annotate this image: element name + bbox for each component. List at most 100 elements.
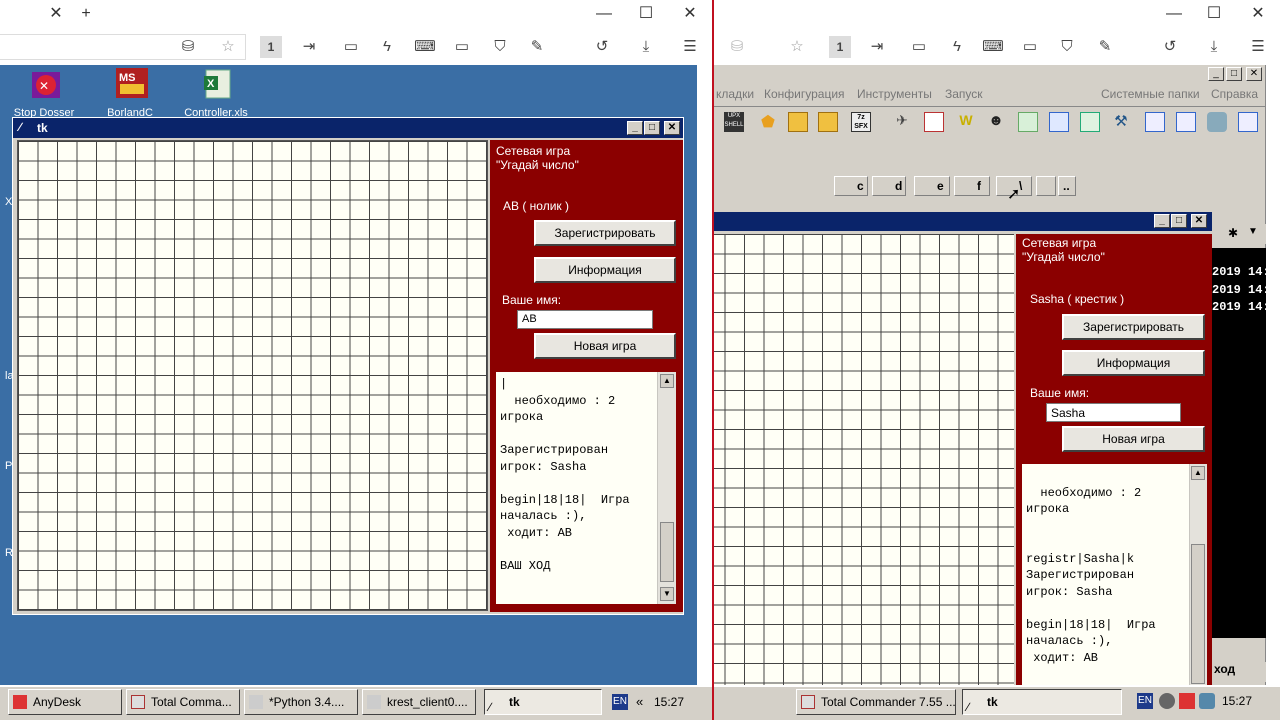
game-board[interactable]	[714, 234, 1014, 686]
bookmark-icon[interactable]: ☆	[217, 36, 239, 58]
document-icon[interactable]	[1145, 112, 1165, 132]
user-icon[interactable]: ☻	[986, 112, 1006, 132]
message-log[interactable]: необходимо : 2 игрока registr|Sasha|k За…	[1022, 464, 1189, 686]
plane-icon[interactable]: ✈	[892, 112, 912, 132]
notes-icon[interactable]	[1018, 112, 1038, 132]
new-game-button[interactable]: Новая игра	[534, 333, 676, 359]
menu-icon[interactable]: ☰	[1247, 36, 1269, 58]
log-scrollbar[interactable]: ▲ ▼	[657, 372, 676, 604]
scroll-thumb[interactable]	[1191, 544, 1205, 684]
close-icon[interactable]: ✕	[1248, 4, 1268, 24]
drive-e-button[interactable]: e	[914, 176, 950, 196]
document-icon[interactable]	[1176, 112, 1196, 132]
taskbar-python[interactable]: *Python 3.4....	[244, 689, 358, 715]
history-icon[interactable]: ↺	[591, 36, 613, 58]
taskbar-anydesk[interactable]: AnyDesk	[8, 689, 122, 715]
minimize-icon[interactable]: —	[1164, 4, 1184, 24]
tc-menu-item[interactable]: Запуск	[945, 87, 983, 101]
drive-f-button[interactable]: f	[954, 176, 990, 196]
gem-icon[interactable]: ⬟	[758, 112, 778, 132]
language-indicator[interactable]: EN	[1137, 693, 1153, 709]
taskbar-krest-client[interactable]: krest_client0....	[362, 689, 476, 715]
comment-icon[interactable]: ▭	[908, 36, 930, 58]
pen-icon[interactable]: ✎	[526, 36, 548, 58]
close-button[interactable]: ✕	[1191, 214, 1207, 228]
taskbar-total-commander[interactable]: Total Commander 7.55 ...	[796, 689, 956, 715]
name-input[interactable]: Sasha	[1046, 403, 1181, 422]
bookmark-icon[interactable]: ☆	[786, 36, 808, 58]
monitor-icon[interactable]: ▭	[1019, 36, 1041, 58]
history-icon[interactable]: ↺	[1159, 36, 1181, 58]
minimize-icon[interactable]: —	[594, 4, 614, 24]
close-icon[interactable]: ✕	[680, 4, 700, 24]
forward-icon[interactable]: ⇥	[298, 36, 320, 58]
pen-icon[interactable]: ✎	[1094, 36, 1116, 58]
drive-c-button[interactable]: c	[834, 176, 868, 196]
maximize-icon[interactable]: ☐	[1204, 4, 1224, 24]
flash-icon[interactable]: ϟ	[376, 36, 398, 58]
keyboard-icon[interactable]: ⌨	[982, 36, 1004, 58]
tool-icon[interactable]: ⚒	[1111, 112, 1131, 132]
register-button[interactable]: Зарегистрировать	[534, 220, 676, 246]
shield-icon[interactable]: ⛉	[489, 36, 511, 58]
archive-icon[interactable]	[818, 112, 838, 132]
message-log[interactable]: | необходимо : 2 игрока Зарегистрирован …	[496, 372, 657, 604]
network-tray-icon[interactable]	[1199, 693, 1215, 709]
flash-icon[interactable]: ϟ	[946, 36, 968, 58]
tc-menu-item[interactable]: Инструменты	[857, 87, 932, 101]
winamp-icon[interactable]: W	[956, 112, 976, 132]
database-icon[interactable]: ⛁	[177, 36, 199, 58]
tc-menu-item[interactable]: Справка	[1211, 87, 1258, 101]
upx-shell-icon[interactable]: UPX SHELL	[724, 112, 744, 132]
excel-doc-icon[interactable]	[1080, 112, 1100, 132]
tc-menu-item[interactable]: Конфигурация	[764, 87, 845, 101]
cabinet-icon[interactable]	[788, 112, 808, 132]
new-game-button[interactable]: Новая игра	[1062, 426, 1205, 452]
tc-menu-item[interactable]: Системные папки	[1101, 87, 1200, 101]
minimize-button[interactable]: _	[1154, 214, 1170, 228]
language-indicator[interactable]: EN	[612, 694, 628, 710]
close-button[interactable]: ✕	[664, 121, 680, 135]
tab-close-icon[interactable]: ✕	[46, 4, 66, 24]
shield-icon[interactable]: ⛉	[1056, 36, 1078, 58]
taskbar-tk[interactable]: ∕ tk	[484, 689, 602, 715]
database-icon[interactable]: ⛁	[726, 36, 748, 58]
scroll-up-icon[interactable]: ▲	[1191, 466, 1205, 480]
calendar-icon[interactable]	[924, 112, 944, 132]
tab-count-icon[interactable]: 1	[260, 36, 282, 58]
drive-icon[interactable]	[1207, 112, 1227, 132]
maximize-button[interactable]: □	[644, 121, 660, 135]
game-board[interactable]	[17, 140, 488, 611]
tk-titlebar[interactable]: ∕ tk _ □ ✕	[13, 118, 683, 138]
menu-icon[interactable]: ☰	[679, 36, 701, 58]
tc-maximize-button[interactable]: □	[1226, 67, 1242, 81]
taskbar-total-commander[interactable]: Total Comma...	[126, 689, 240, 715]
scroll-down-icon[interactable]: ▼	[660, 587, 674, 601]
log-scrollbar[interactable]: ▲	[1189, 464, 1207, 686]
name-input[interactable]: АВ	[517, 310, 653, 329]
tc-minimize-button[interactable]: _	[1208, 67, 1224, 81]
minimize-button[interactable]: _	[627, 121, 643, 135]
keyboard-icon[interactable]: ⌨	[414, 36, 436, 58]
borland-icon[interactable]: MS	[114, 66, 150, 98]
scroll-thumb[interactable]	[660, 522, 674, 582]
maximize-icon[interactable]: ☐	[636, 4, 656, 24]
download-icon[interactable]: ⤓	[1203, 36, 1225, 58]
info-button[interactable]: Информация	[534, 257, 676, 283]
scroll-up-icon[interactable]: ▲	[660, 374, 674, 388]
stop-dosser-icon[interactable]: ✕	[28, 68, 64, 100]
tray-app-icon[interactable]	[1159, 693, 1175, 709]
excel-icon[interactable]: X	[200, 68, 236, 100]
word-doc-icon[interactable]	[1049, 112, 1069, 132]
taskbar-tk[interactable]: ∕ tk	[962, 689, 1122, 715]
tc-menu-item[interactable]: кладки	[716, 87, 754, 101]
tc-close-button[interactable]: ✕	[1246, 67, 1262, 81]
tab-count-icon[interactable]: 1	[829, 36, 851, 58]
new-tab-icon[interactable]: +	[76, 4, 96, 24]
7z-sfx-icon[interactable]: 7z SFX	[851, 112, 871, 132]
drive-d-button[interactable]: d	[872, 176, 906, 196]
document-icon[interactable]	[1238, 112, 1258, 132]
tc-exit-button[interactable]: ход	[1210, 662, 1266, 682]
root-dir-button[interactable]	[1036, 176, 1056, 196]
maximize-button[interactable]: □	[1171, 214, 1187, 228]
